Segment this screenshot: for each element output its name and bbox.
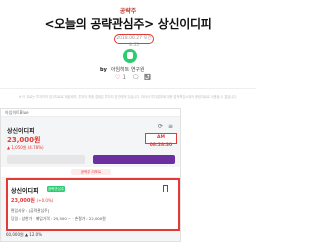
status-badge: 공략관심주 — [47, 186, 65, 192]
stock-price: 23,000원 — [7, 136, 41, 144]
comment-icon[interactable]: 🗨 — [132, 74, 140, 81]
card-reason: 편입사유 : [공략관심주] — [11, 208, 50, 213]
card-detail: 당일 : 상한가 · 매입가격 : 25,500 ~ · 손절가 : 22,00… — [11, 216, 106, 221]
article-date: 2018.06.27 오전 8:55 — [114, 34, 154, 48]
card-price-change: (+0.0%) — [36, 198, 54, 203]
app-title-bar: 아임히트Blue — [1, 109, 180, 117]
time-badge: AM 08:28:30 — [145, 133, 177, 148]
refresh-icon[interactable]: ⟳ — [158, 123, 163, 130]
divider — [0, 88, 256, 89]
like-count: 1 — [122, 74, 127, 81]
next-row-preview: 60,000원 ▲ 12.0% — [6, 232, 43, 237]
card-price-value: 23,000원 — [11, 198, 35, 204]
card-price: 23,000원 (+0.0%) — [11, 197, 53, 204]
byline: by 아임히트 연구원 — [100, 66, 145, 73]
stock-change: ▲ 1,050원 (4.78%) — [7, 145, 44, 150]
sell-button[interactable] — [7, 155, 85, 164]
card-stock-name: 상신이디피 — [11, 188, 39, 195]
stock-name: 상신이디피 — [7, 128, 35, 135]
disclaimer-text: ※ 이 자료는 투자자의 참고자료로 제공되며, 투자의 최종 결정은 투자자 … — [18, 95, 238, 99]
author-name[interactable]: 아임히트 연구원 — [111, 67, 145, 73]
menu-icon[interactable]: ≡ — [168, 123, 173, 130]
article-stats: ♡ 1 🗨 ⤴ — [115, 74, 151, 81]
buy-button[interactable] — [93, 155, 175, 164]
heart-icon[interactable]: ♡ — [115, 74, 120, 81]
bookmark-icon[interactable] — [163, 185, 168, 192]
tab-report[interactable]: 공략주 리포트 — [71, 169, 111, 175]
article-title: <오늘의 공략관심주> 상신이디피 — [44, 17, 212, 31]
category-label: 공략주 — [119, 8, 137, 15]
byline-prefix: by — [100, 67, 107, 73]
share-icon[interactable]: ⤴ — [143, 74, 151, 81]
author-logo-icon — [123, 49, 137, 63]
